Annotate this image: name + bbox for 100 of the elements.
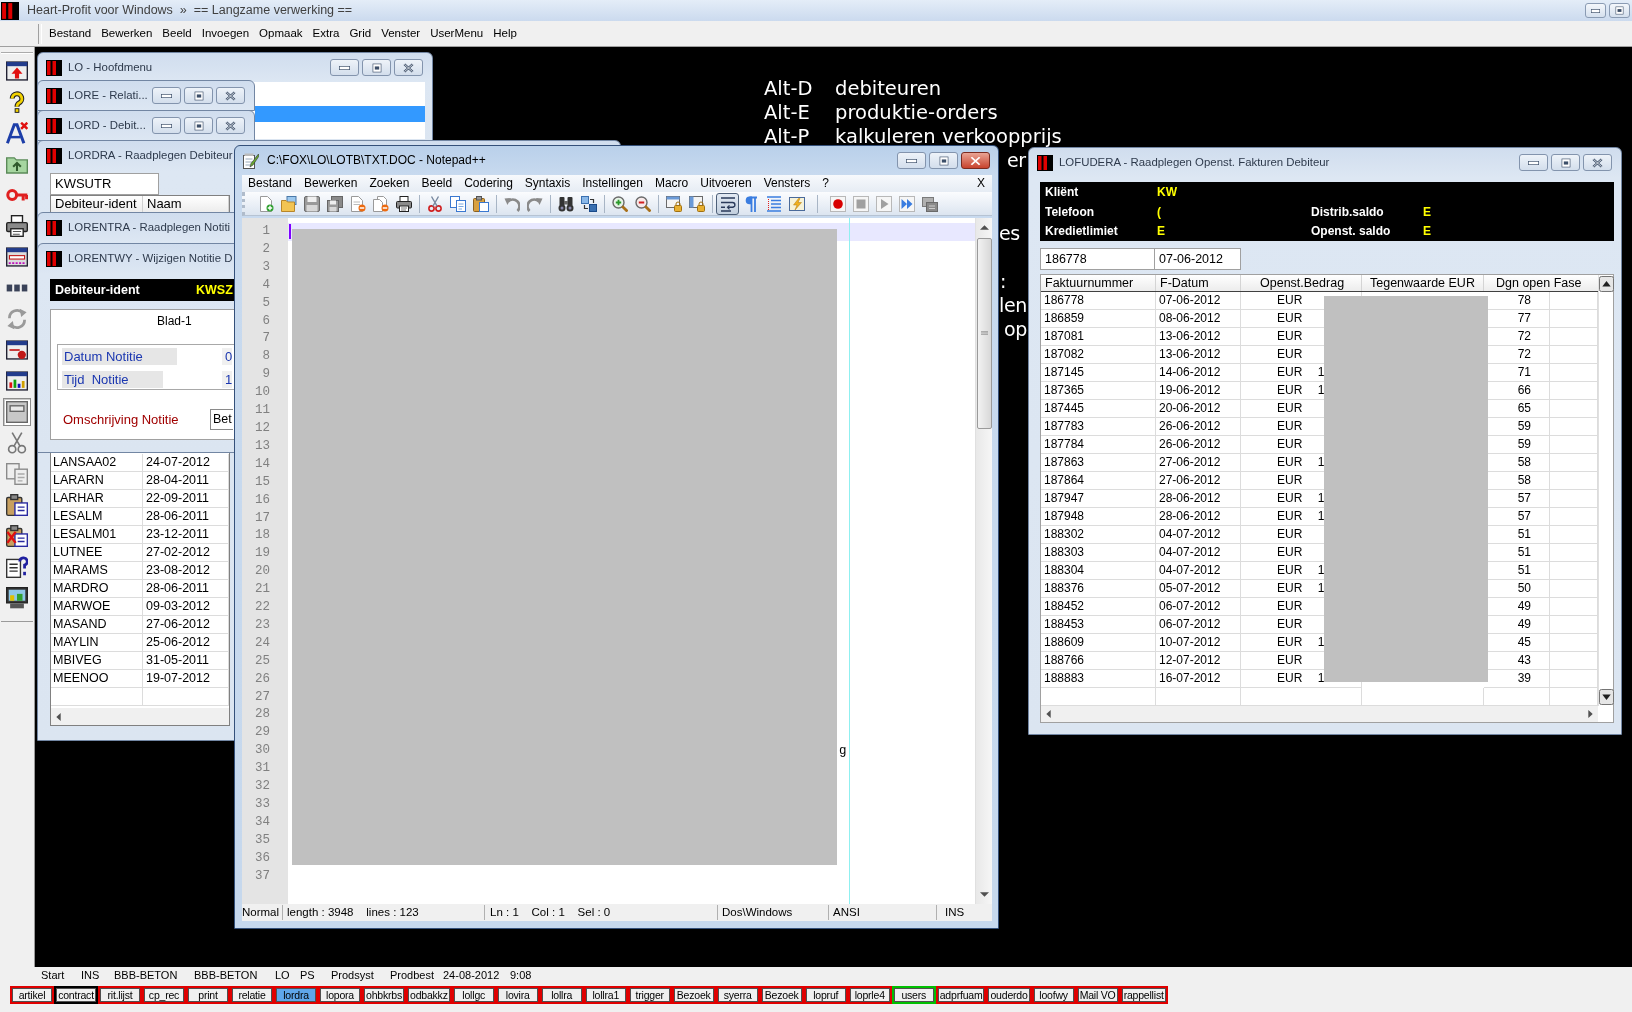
taskbar-button[interactable]: lopruf (803, 986, 848, 1004)
taskbar-button[interactable]: Bezoek (671, 986, 716, 1004)
menu-item[interactable]: Syntaxis (518, 176, 577, 191)
taskbar-button[interactable]: artikel (10, 986, 54, 1004)
menu-item[interactable]: UserMenu (425, 26, 489, 41)
clipboard-delete-button[interactable] (3, 522, 31, 550)
table-cell: 09-03-2012 (143, 598, 229, 616)
menu-item[interactable]: Grid (344, 26, 377, 41)
window-button[interactable] (3, 398, 31, 426)
horizontal-scrollbar[interactable] (1041, 706, 1598, 722)
taskbar-button[interactable]: print (186, 986, 230, 1004)
restore-button[interactable] (362, 59, 391, 76)
minimize-button[interactable] (1519, 154, 1548, 171)
taskbar-button[interactable]: rit.lijst (98, 986, 142, 1004)
taskbar-button[interactable]: Bezoek (759, 986, 804, 1004)
input-field[interactable]: KWSUTR (50, 173, 159, 195)
restore-button[interactable] (184, 117, 213, 134)
taskbar-button[interactable]: lollra (539, 986, 584, 1004)
taskbar-button[interactable]: lordra (274, 986, 318, 1004)
table-cell: MBIVEG (51, 652, 143, 670)
scroll-up-icon[interactable] (1599, 276, 1614, 292)
close-button[interactable] (1583, 154, 1612, 171)
taskbar-button[interactable]: ohbkrbs (362, 986, 406, 1004)
scroll-left-icon[interactable] (1046, 710, 1051, 718)
table-cell: 26-06-2012 (1156, 418, 1241, 436)
table-cell (1550, 346, 1598, 364)
vertical-scrollbar[interactable] (1598, 275, 1613, 706)
menu-item[interactable]: Bestand (44, 26, 97, 41)
menu-item[interactable]: Beeld (415, 176, 459, 191)
menu-item[interactable]: Bewerken (298, 176, 364, 191)
scroll-thumb[interactable] (976, 238, 992, 429)
close-button[interactable] (394, 59, 423, 76)
input-field[interactable]: 1 (222, 371, 233, 388)
taskbar-button[interactable]: trigger (627, 986, 672, 1004)
stripes-icon (1037, 154, 1053, 171)
minimize-button[interactable] (897, 152, 926, 169)
taskbar-button[interactable]: lopora (318, 986, 362, 1004)
taskbar-button[interactable]: odbakkz (406, 986, 452, 1004)
taskbar-button[interactable]: rappellist (1119, 986, 1168, 1004)
restore-button[interactable] (1609, 3, 1630, 18)
taskbar-button[interactable]: syerra (715, 986, 760, 1004)
taskbar-button[interactable]: contract (54, 986, 98, 1004)
horizontal-scrollbar[interactable] (51, 708, 229, 725)
scroll-right-icon[interactable] (1588, 710, 1593, 718)
menu-item[interactable]: Venster (376, 26, 426, 41)
taskbar-button[interactable]: Mail VO (1075, 986, 1120, 1004)
menu-item[interactable]: Opmaak (254, 26, 308, 41)
printer-button[interactable] (3, 212, 31, 240)
minimize-button[interactable] (1585, 3, 1606, 18)
menu-item[interactable]: Macro (648, 176, 695, 191)
restore-button[interactable] (1551, 154, 1580, 171)
scroll-left-icon[interactable] (56, 712, 61, 721)
menu-item[interactable]: Vensters (757, 176, 817, 191)
taskbar-button[interactable]: lollgc (451, 986, 496, 1004)
vertical-scrollbar[interactable] (975, 218, 992, 904)
window-title: LO - Hoofdmenu (68, 60, 153, 75)
text-area[interactable]: g (288, 218, 975, 904)
close-button[interactable] (216, 117, 245, 134)
menu-item[interactable]: Beeld (157, 26, 197, 41)
menu-item[interactable]: Instellingen (576, 176, 649, 191)
font-delete-button[interactable] (3, 119, 31, 147)
menu-item[interactable]: Extra (307, 26, 345, 41)
minimize-button[interactable] (330, 59, 359, 76)
taskbar-button[interactable]: ouderdo (986, 986, 1032, 1004)
field-value: E (1423, 204, 1431, 220)
taskbar-button[interactable]: lovira (495, 986, 540, 1004)
taskbar-button[interactable]: users (891, 986, 936, 1004)
close-button[interactable] (961, 152, 990, 169)
clipboard-button[interactable] (3, 491, 31, 519)
taskbar-button[interactable]: lollra1 (583, 986, 628, 1004)
taskbar-button[interactable]: cp_rec (142, 986, 186, 1004)
taskbar-button[interactable]: loprle4 (847, 986, 892, 1004)
scroll-up-icon[interactable] (979, 225, 989, 230)
taskbar-button[interactable]: relatie (230, 986, 274, 1004)
scroll-down-icon[interactable] (979, 892, 989, 897)
close-document-button[interactable]: X (975, 176, 987, 191)
form-question-button[interactable] (3, 553, 31, 581)
input-field[interactable]: 186778 (1040, 248, 1155, 270)
close-button[interactable] (216, 87, 245, 104)
menu-item[interactable]: Help (488, 26, 522, 41)
menu-item[interactable]: Bestand (242, 176, 299, 191)
menu-item[interactable]: Bewerken (96, 26, 158, 41)
line-number: 18 (255, 527, 270, 545)
word-wrap-button[interactable] (716, 192, 739, 215)
menu-item[interactable]: Zoeken (363, 176, 416, 191)
menu-item[interactable]: Invoegen (196, 26, 255, 41)
taskbar-button[interactable]: loofwy (1031, 986, 1076, 1004)
input-field[interactable]: 0 (222, 348, 233, 365)
input-field[interactable]: Bet (210, 409, 233, 430)
taskbar-button[interactable]: adprfuam (935, 986, 987, 1004)
table-cell: 06-07-2012 (1156, 598, 1241, 616)
minimize-button[interactable] (152, 87, 181, 104)
printer-icon (6, 215, 28, 237)
menu-item[interactable]: Uitvoeren (694, 176, 758, 191)
minimize-button[interactable] (152, 117, 181, 134)
menu-item[interactable]: Codering (458, 176, 519, 191)
input-field[interactable]: 07-06-2012 (1155, 248, 1241, 270)
scroll-down-icon[interactable] (1599, 689, 1614, 705)
menu-item[interactable]: ? (816, 176, 836, 191)
restore-button[interactable] (184, 87, 213, 104)
